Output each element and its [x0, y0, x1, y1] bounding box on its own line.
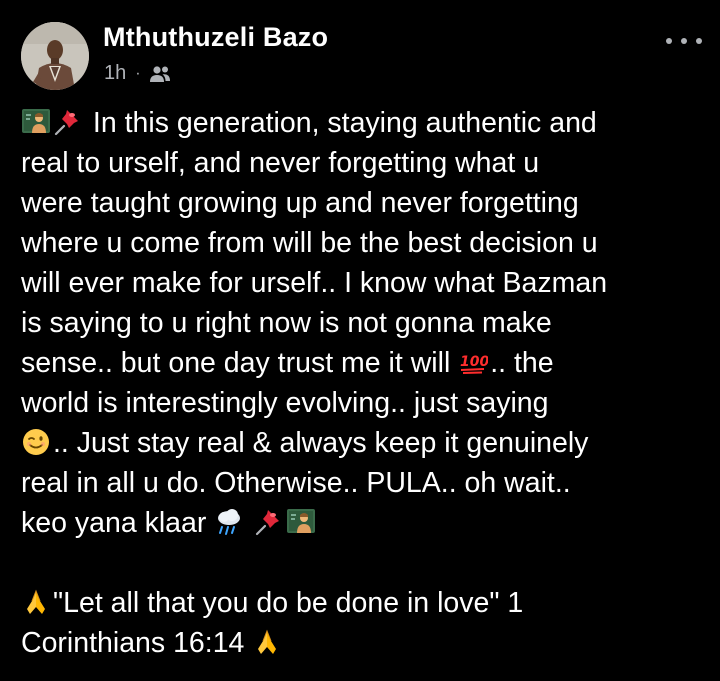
- more-options-button[interactable]: [666, 34, 702, 48]
- post-text: In this generation, staying authentic an…: [21, 103, 711, 543]
- more-options-icon: [666, 38, 672, 44]
- post-text-main: real to urself, and never forgetting wha…: [21, 147, 608, 379]
- author-avatar[interactable]: [21, 22, 89, 90]
- winking-face-emoji-icon: [21, 427, 51, 457]
- teacher-emoji-icon: [21, 107, 51, 137]
- post-timestamp[interactable]: 1h: [104, 62, 126, 85]
- facebook-post: Mthuthuzeli Bazo 1h · In this generation…: [0, 0, 720, 681]
- pushpin-emoji-icon: [254, 507, 284, 537]
- friends-icon[interactable]: [149, 65, 171, 83]
- hundred-points-emoji-icon: 100: [458, 347, 488, 377]
- meta-separator: ·: [135, 64, 141, 82]
- post-text-line1: In this generation, staying authentic an…: [92, 107, 597, 139]
- teacher-emoji-icon: [286, 507, 316, 537]
- bible-quote: "Let all that you do be done in love" 1 …: [21, 583, 711, 663]
- rain-cloud-emoji-icon: [214, 507, 244, 537]
- pushpin-emoji-icon: [53, 107, 83, 137]
- author-name[interactable]: Mthuthuzeli Bazo: [103, 22, 328, 53]
- folded-hands-emoji-icon: [252, 627, 282, 657]
- folded-hands-emoji-icon: [21, 587, 51, 617]
- svg-text:100: 100: [460, 354, 488, 370]
- post-meta: 1h ·: [104, 62, 171, 85]
